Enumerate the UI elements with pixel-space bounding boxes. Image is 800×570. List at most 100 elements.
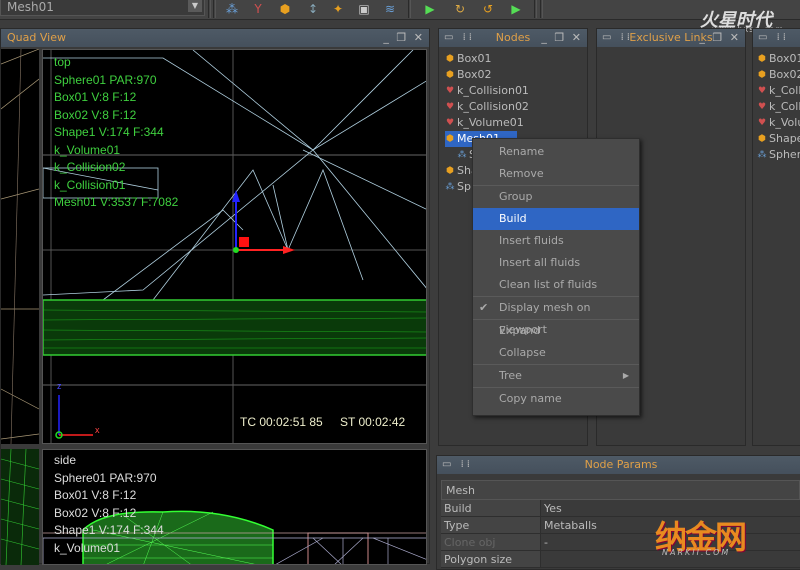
param-value[interactable] (541, 551, 544, 567)
camera-icon[interactable]: ▣ (356, 1, 372, 17)
tree-item-label: k_Collision02 (457, 100, 529, 113)
collision-icon: ♥ (757, 102, 767, 112)
params-section-header[interactable]: Mesh (441, 480, 800, 500)
toolbar-separator (540, 0, 543, 18)
collision-icon: ♥ (445, 86, 455, 96)
param-key: Clone obj (441, 534, 541, 550)
viewport-info: side Sphere01 PAR:970 Box01 V:8 F:12 Box… (54, 452, 164, 557)
watermark-url-bottom: NARKII.COM (662, 548, 731, 557)
tree-item-label: Box01 (457, 52, 492, 65)
play-icon[interactable]: ▶ (508, 1, 524, 17)
viewport-label: top (54, 55, 71, 69)
tree-item[interactable]: ♥k_Collision02 (445, 99, 529, 115)
window-controls[interactable]: _ ❐ ✕ (699, 29, 741, 47)
menu-item-insert-fluids[interactable]: Insert fluids (473, 230, 639, 252)
axis-z-label: z (57, 381, 62, 391)
panel-title: Node Params (584, 458, 658, 471)
panel-layout-icon[interactable]: ▭ ⁞⁞ (758, 29, 789, 47)
viewport-info-line: Box02 V:8 F:12 (54, 505, 137, 520)
collision-icon[interactable]: Y (250, 1, 266, 17)
right-panel-tree: ⬢Box01 ⬢Box02 ♥k_Collision01 ♥k_Collisio… (757, 51, 800, 163)
play-cycle-icon[interactable]: ↻ (452, 1, 468, 17)
tree-item[interactable]: ⬢ Box02 (757, 67, 800, 83)
play-rf-icon[interactable]: ↺ (480, 1, 496, 17)
viewport-info-line: Box01 V:8 F:12 (54, 90, 137, 104)
quad-view-titlebar: Quad View _ ❐ ✕ (1, 29, 429, 47)
box-icon[interactable]: ⬢ (277, 1, 293, 17)
object-select[interactable]: Mesh01 ▼ (0, 0, 205, 16)
tree-item[interactable]: ⬢ Box02 (445, 67, 529, 83)
menu-item-rename[interactable]: Rename (473, 141, 639, 163)
param-row[interactable]: Polygon size (441, 551, 800, 568)
quad-view-panel: Quad View _ ❐ ✕ top Sphere01 PAR:970 Box… (0, 28, 430, 565)
menu-item-label: Tree (499, 369, 522, 382)
toolbar-separator (208, 0, 211, 18)
panel-layout-icon[interactable]: ▭ ⁞⁞ (442, 456, 473, 474)
axis-x-label: x (95, 425, 100, 435)
collision-icon: ♥ (757, 118, 767, 128)
side-viewport[interactable]: side Sphere01 PAR:970 Box01 V:8 F:12 Box… (42, 449, 427, 565)
viewport-info-line: Sphere01 PAR:970 (54, 72, 157, 87)
left-viewport[interactable] (1, 49, 39, 444)
menu-item-group[interactable]: Group (473, 186, 639, 208)
tree-item[interactable]: ♥k_Collision01 (445, 83, 529, 99)
box-icon: ⬢ (446, 166, 454, 176)
viewport-label: side (54, 453, 77, 467)
particles-icon: ⁂ (457, 150, 467, 160)
menu-item-collapse[interactable]: Collapse (473, 342, 639, 364)
param-row[interactable]: Clone obj - (441, 534, 800, 551)
param-row[interactable]: Build Yes (441, 500, 800, 517)
param-value[interactable]: Yes (541, 500, 562, 516)
menu-item-expand[interactable]: Expand (473, 320, 639, 342)
panel-layout-icon[interactable]: ▭ ⁞⁞ (602, 29, 633, 47)
particles-icon[interactable]: ⁂ (224, 1, 240, 17)
menu-item-clean-list-of-fluids[interactable]: Clean list of fluids (473, 274, 639, 296)
tree-item-label: Sphere01 (769, 148, 800, 161)
tree-item-label: Box01 (769, 52, 800, 65)
toolbar-separator (408, 0, 411, 18)
tree-item[interactable]: ♥k_Volume01 (445, 115, 529, 131)
tree-item-label: k_Collision01 (769, 84, 800, 97)
panel-layout-icon[interactable]: ▭ ⁞⁞ (444, 29, 475, 47)
viewport-info-line: Box02 V:8 F:12 (54, 107, 137, 122)
menu-item-insert-all-fluids[interactable]: Insert all fluids (473, 252, 639, 274)
menu-item-display-mesh[interactable]: ✔ Display mesh on viewport (473, 297, 639, 336)
box-icon: ⬢ (758, 70, 766, 80)
param-row[interactable]: Type Metaballs (441, 517, 800, 534)
top-viewport[interactable]: top Sphere01 PAR:970 Box01 V:8 F:12 Box0… (42, 49, 427, 444)
play-simulate-icon[interactable]: ▶ (422, 1, 438, 17)
emitter-icon[interactable]: ✦ (330, 1, 346, 17)
viewport-info-line: Sphere01 PAR:970 (54, 470, 157, 485)
tree-item[interactable]: ♥k_Collision01 (757, 83, 800, 99)
chevron-down-icon[interactable]: ▼ (188, 0, 202, 12)
tree-item[interactable]: ⬢Shape1 (757, 131, 800, 147)
viewport-info-line: Box01 V:8 F:12 (54, 488, 137, 502)
tree-item[interactable]: ⬢ Box01 (757, 51, 800, 67)
menu-item-copy-name[interactable]: Copy name (473, 388, 639, 410)
viewport-info-line: Shape1 V:174 F:344 (54, 523, 164, 537)
volume-icon[interactable]: ↕ (305, 1, 321, 17)
tree-item-label: Box02 (457, 68, 492, 81)
particles-icon: ⁂ (445, 182, 455, 192)
param-value[interactable]: Metaballs (541, 517, 597, 533)
menu-item-tree[interactable]: Tree ▶ (473, 365, 639, 387)
window-controls[interactable]: _ ❐ ✕ (541, 29, 583, 47)
sim-time: ST 00:02:42 (340, 415, 406, 429)
param-value[interactable]: - (541, 534, 548, 550)
box-icon: ⬢ (758, 134, 766, 144)
menu-item-remove[interactable]: Remove (473, 163, 639, 185)
menu-item-build[interactable]: Build (473, 208, 639, 230)
box-icon: ⬢ (446, 54, 454, 64)
bottom-left-viewport[interactable] (1, 449, 39, 565)
waves-icon[interactable]: ≋ (382, 1, 398, 17)
box-icon: ⬢ (446, 70, 454, 80)
toolbar-separator (213, 0, 216, 18)
viewport-info-line: k_Collision01 (54, 177, 126, 192)
window-controls[interactable]: _ ❐ ✕ (383, 29, 425, 47)
submenu-arrow-icon: ▶ (622, 371, 629, 380)
tree-item-label: Shape1 (769, 132, 800, 145)
tree-item[interactable]: ⁂Sphere01 (757, 147, 800, 163)
tree-item[interactable]: ♥k_Volume01 (757, 115, 800, 131)
tree-item[interactable]: ⬢ Box01 (445, 51, 529, 67)
tree-item[interactable]: ♥k_Collision02 (757, 99, 800, 115)
